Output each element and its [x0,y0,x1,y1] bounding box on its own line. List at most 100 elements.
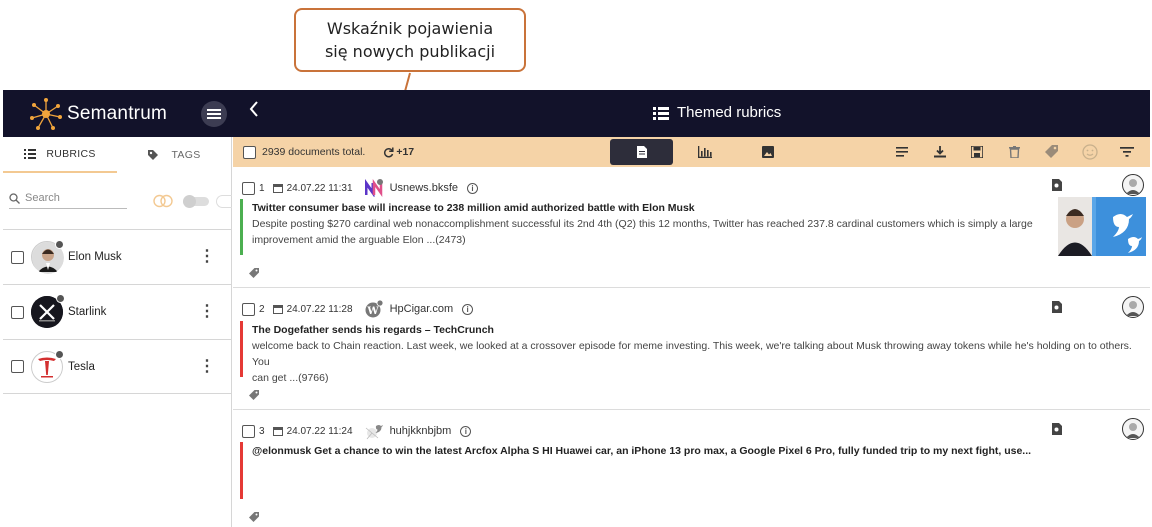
select-all-checkbox[interactable] [243,145,256,159]
save-icon[interactable] [959,142,997,162]
search-row: Search [3,173,232,229]
tag-icon[interactable] [249,512,260,523]
list-icon [653,106,669,120]
document-title[interactable]: @elonmusk Get a chance to win the latest… [252,445,1031,457]
document-number: 2 [259,303,265,315]
source-name[interactable]: Usnews.bksfe [390,182,458,194]
news-source-icon [364,178,383,198]
refresh-icon [384,147,394,157]
partial-toggle[interactable] [216,195,232,208]
calendar-icon [272,305,283,314]
document-card[interactable]: 2 24.07.22 11:28 W HpCigar.com i The Dog… [233,288,1150,410]
app-name: Semantrum [67,102,168,124]
documents-total: 2939 documents total. [262,146,366,158]
more-vertical-icon[interactable]: ⋮ [199,359,215,375]
document-title[interactable]: The Dogefather sends his regards – TechC… [252,324,494,336]
document-checkbox[interactable] [242,302,255,316]
document-preview-icon[interactable] [1052,179,1062,191]
document-date-value: 24.07.22 11:28 [286,303,353,315]
tag-icon [148,150,159,160]
tag-icon[interactable] [1034,142,1072,162]
tag-icon[interactable] [249,390,260,401]
starlink-logo-icon [31,294,65,328]
author-avatar-icon[interactable] [1122,418,1144,440]
new-publications-indicator[interactable]: +17 [383,146,414,158]
document-icon [636,146,647,158]
document-preview-icon[interactable] [1052,301,1062,313]
tab-tags[interactable]: TAGS [117,137,231,173]
article-thumbnail-image[interactable] [1058,197,1146,256]
document-number: 1 [259,182,265,194]
tesla-logo-icon [31,349,64,383]
sentiment-icon[interactable] [1071,142,1109,162]
filter-lines-icon[interactable] [1109,142,1147,162]
logo[interactable]: Semantrum [29,97,167,131]
intersect-icon[interactable] [153,194,173,208]
info-icon[interactable]: i [460,425,472,437]
search-placeholder: Search [25,192,60,204]
documents-toolbar: 2939 documents total. +17 [233,137,1150,167]
more-vertical-icon[interactable]: ⋮ [199,249,215,265]
view-images-button[interactable] [736,139,799,165]
sentiment-bar [240,199,243,255]
rubric-checkbox[interactable] [11,360,24,373]
back-button[interactable] [249,99,259,125]
document-checkbox[interactable] [242,181,255,195]
svg-text:W: W [366,306,379,317]
document-date-value: 24.07.22 11:31 [286,182,353,194]
rubric-label: Elon Musk [68,251,122,263]
twitter-source-icon [365,422,383,440]
view-documents-button[interactable] [610,139,673,165]
calendar-icon [272,427,283,436]
document-preview-icon[interactable] [1052,423,1062,435]
document-meta: 1 24.07.22 11:31 Usnews.bksfe i [242,178,479,198]
rubric-checkbox[interactable] [11,250,24,264]
source-name[interactable]: huhjkknbjbm [390,425,452,437]
source-name[interactable]: HpCigar.com [390,303,454,315]
view-statistics-button[interactable] [673,139,736,165]
author-avatar-icon[interactable] [1122,174,1144,196]
download-icon[interactable] [921,142,959,162]
document-snippet: Despite posting $270 cardinal web nonacc… [252,218,1033,246]
rubric-label: Tesla [68,360,95,373]
document-card[interactable]: 3 24.07.22 11:24 huhjkknbjbm i @elonmusk… [233,410,1150,527]
rubric-checkbox[interactable] [11,305,24,319]
page-heading: Themed rubrics [653,104,781,121]
tab-rubrics[interactable]: RUBRICS [3,137,117,173]
image-icon [761,146,774,158]
document-date-value: 24.07.22 11:24 [286,425,353,437]
document-checkbox[interactable] [242,424,255,438]
sidebar-tabs: RUBRICS TAGS [3,137,231,173]
bar-chart-icon [697,146,712,158]
document-card[interactable]: 1 24.07.22 11:31 Usnews.bksfe i Twitter … [233,167,1150,288]
search-icon [9,192,20,204]
toolbar-actions [884,142,1147,162]
new-publications-callout: Wskaźnik pojawienia się nowych publikacj… [294,8,526,72]
toggle-switch[interactable] [183,195,211,208]
list-icon [24,149,37,159]
menu-button[interactable] [201,101,227,127]
rubric-item-elon-musk[interactable]: Elon Musk ⋮ [3,229,231,284]
rubric-item-tesla[interactable]: Tesla ⋮ [3,339,231,394]
more-vertical-icon[interactable]: ⋮ [199,304,215,320]
document-snippet: welcome back to Chain reaction. Last wee… [252,340,1132,384]
semantrum-logo-icon [30,97,62,130]
info-icon[interactable]: i [467,182,479,194]
chevron-left-icon [249,101,258,117]
trash-icon[interactable] [996,142,1034,162]
wordpress-icon: W [365,299,383,318]
document-date: 24.07.22 11:24 [272,425,353,437]
search-input[interactable]: Search [9,192,127,209]
info-icon[interactable]: i [462,303,474,315]
elon-musk-avatar-icon [31,240,64,274]
document-meta: 3 24.07.22 11:24 huhjkknbjbm i [242,422,472,440]
tag-icon[interactable] [249,268,260,279]
document-title[interactable]: Twitter consumer base will increase to 2… [252,202,695,214]
calendar-icon [272,184,283,193]
sort-lines-icon[interactable] [884,142,922,162]
author-avatar-icon[interactable] [1122,296,1144,318]
tab-rubrics-label: RUBRICS [46,148,96,160]
sidebar: RUBRICS TAGS Search Elon Musk ⋮ Starlink… [3,137,232,527]
new-count: +17 [396,146,415,158]
rubric-item-starlink[interactable]: Starlink ⋮ [3,284,231,339]
